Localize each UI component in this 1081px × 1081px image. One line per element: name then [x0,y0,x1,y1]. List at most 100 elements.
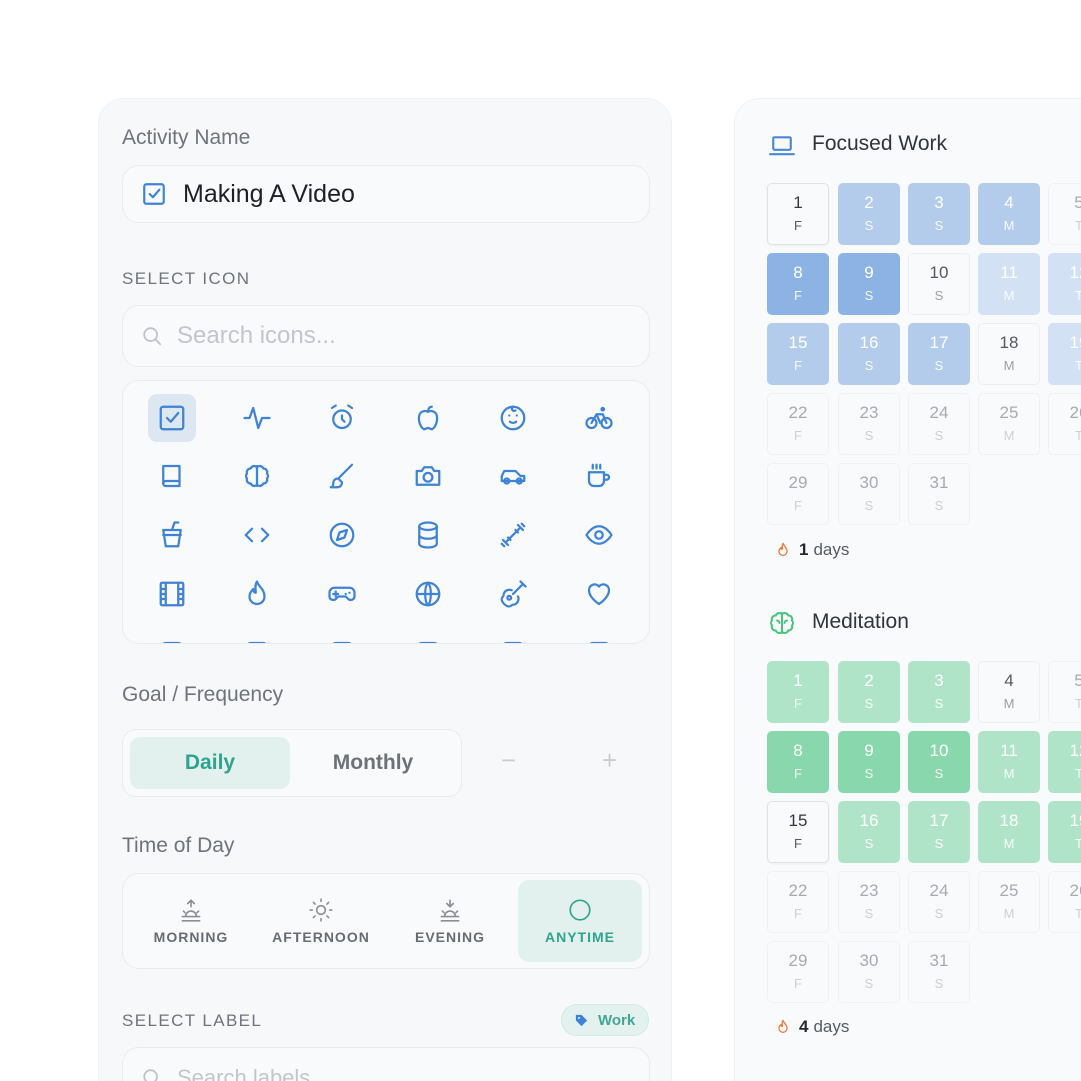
icon-option-partial[interactable] [233,629,281,643]
heart-icon-option[interactable] [575,570,623,618]
calendar-day[interactable]: 9S [838,731,900,793]
calendar-day[interactable]: 2S [838,661,900,723]
time-of-day-selector: MORNING AFTERNOON EVENING ANYTIME [122,873,650,969]
calendar-day[interactable]: 8F [767,253,829,315]
brain-icon-option[interactable] [233,452,281,500]
calendar-day[interactable]: 29 F [767,463,829,525]
frequency-monthly-option[interactable]: Monthly [293,737,453,789]
day-number: 16 [859,811,879,830]
day-weekday: T [1075,218,1081,233]
time-anytime-option[interactable]: ANYTIME [518,880,642,962]
calendar-day[interactable]: 17 S [908,801,970,863]
calendar-day[interactable]: 29 F [767,941,829,1003]
coffee-icon [587,463,611,488]
time-evening-option[interactable]: EVENING [388,880,512,962]
calendar-day[interactable]: 2S [838,183,900,245]
calendar-day[interactable]: 19 T [1048,801,1081,863]
calendar-day[interactable]: 25 M [978,393,1040,455]
calendar-day[interactable]: 19 T [1048,323,1081,385]
calendar-day[interactable]: 16 S [838,801,900,863]
sunrise-icon [181,899,201,922]
code-icon-option[interactable] [233,511,281,559]
calendar-day[interactable]: 15 F [767,801,829,863]
apple-icon [417,405,439,431]
checkbox-icon [143,183,165,205]
calendar-day[interactable]: 5T [1048,183,1081,245]
frequency-daily-option[interactable]: Daily [130,737,290,789]
calendar-day[interactable]: 12 T [1048,253,1081,315]
calendar-day[interactable]: 31 S [908,463,970,525]
cup-soda-icon-option[interactable] [148,511,196,559]
calendar-day[interactable]: 24 S [908,871,970,933]
calendar-day[interactable]: 11 M [978,253,1040,315]
guitar-icon-option[interactable] [489,570,537,618]
film-icon-option[interactable] [148,570,196,618]
calendar-day[interactable]: 26 T [1048,393,1081,455]
apple-icon-option[interactable] [404,394,452,442]
calendar-day[interactable]: 10 S [908,731,970,793]
calendar-day[interactable]: 26 T [1048,871,1081,933]
icon-search-input[interactable]: Search icons... [122,305,650,367]
decrement-button[interactable]: − [501,745,516,776]
coffee-icon-option[interactable] [575,452,623,500]
checkbox-icon-option[interactable] [148,394,196,442]
eye-icon-option[interactable] [575,511,623,559]
selected-label-tag[interactable]: Work [561,1004,649,1036]
calendar-day[interactable]: 9S [838,253,900,315]
calendar-day[interactable]: 1F [767,183,829,245]
calendar-day[interactable]: 5T [1048,661,1081,723]
book-icon-option[interactable] [148,452,196,500]
icon-option-partial[interactable] [404,629,452,643]
calendar-day[interactable]: 18 M [978,323,1040,385]
calendar-day[interactable]: 4M [978,183,1040,245]
calendar-day[interactable]: 4M [978,661,1040,723]
brush-icon-option[interactable] [318,452,366,500]
calendar-day[interactable]: 30 S [838,463,900,525]
calendar-day[interactable]: 10 S [908,253,970,315]
alarm-clock-icon-option[interactable] [318,394,366,442]
label-search-input[interactable]: Search labels [122,1047,650,1081]
calendar-day[interactable]: 22 F [767,871,829,933]
calendar-day[interactable]: 3S [908,661,970,723]
brain-icon [244,464,270,488]
activity-icon-option[interactable] [233,394,281,442]
calendar-day[interactable]: 25 M [978,871,1040,933]
time-anytime-label: ANYTIME [545,929,615,945]
calendar-day[interactable]: 23 S [838,871,900,933]
calendar-day[interactable]: 30 S [838,941,900,1003]
time-morning-option[interactable]: MORNING [129,880,253,962]
calendar-day[interactable]: 17 S [908,323,970,385]
camera-icon-option[interactable] [404,452,452,500]
increment-button[interactable]: + [602,745,617,776]
calendar-day[interactable]: 8F [767,731,829,793]
database-icon [418,521,438,549]
compass-icon-option[interactable] [318,511,366,559]
calendar-day[interactable]: 16 S [838,323,900,385]
database-icon-option[interactable] [404,511,452,559]
car-icon-option[interactable] [489,452,537,500]
calendar-day[interactable]: 1F [767,661,829,723]
baby-icon-option[interactable] [489,394,537,442]
icon-option-partial[interactable] [318,629,366,643]
calendar-day[interactable]: 22 F [767,393,829,455]
calendar-day[interactable]: 18 M [978,801,1040,863]
activity-name-field[interactable]: Making A Video [122,165,650,223]
icon-option-partial[interactable] [489,629,537,643]
calendar-day[interactable]: 11 M [978,731,1040,793]
calendar-day[interactable]: 15 F [767,323,829,385]
icon-option-partial[interactable] [575,629,623,643]
flame-icon-option[interactable] [233,570,281,618]
icon-option-partial[interactable] [148,629,196,643]
bike-icon-option[interactable] [575,394,623,442]
globe-icon-option[interactable] [404,570,452,618]
dumbbell-icon-option[interactable] [489,511,537,559]
calendar-day[interactable]: 23 S [838,393,900,455]
calendar-day[interactable]: 31 S [908,941,970,1003]
calendar-day[interactable]: 12 T [1048,731,1081,793]
calendar-day[interactable]: 24 S [908,393,970,455]
day-weekday: S [934,498,944,513]
gamepad-icon-option[interactable] [318,570,366,618]
day-number: 22 [788,881,808,900]
calendar-day[interactable]: 3S [908,183,970,245]
time-afternoon-option[interactable]: AFTERNOON [259,880,383,962]
